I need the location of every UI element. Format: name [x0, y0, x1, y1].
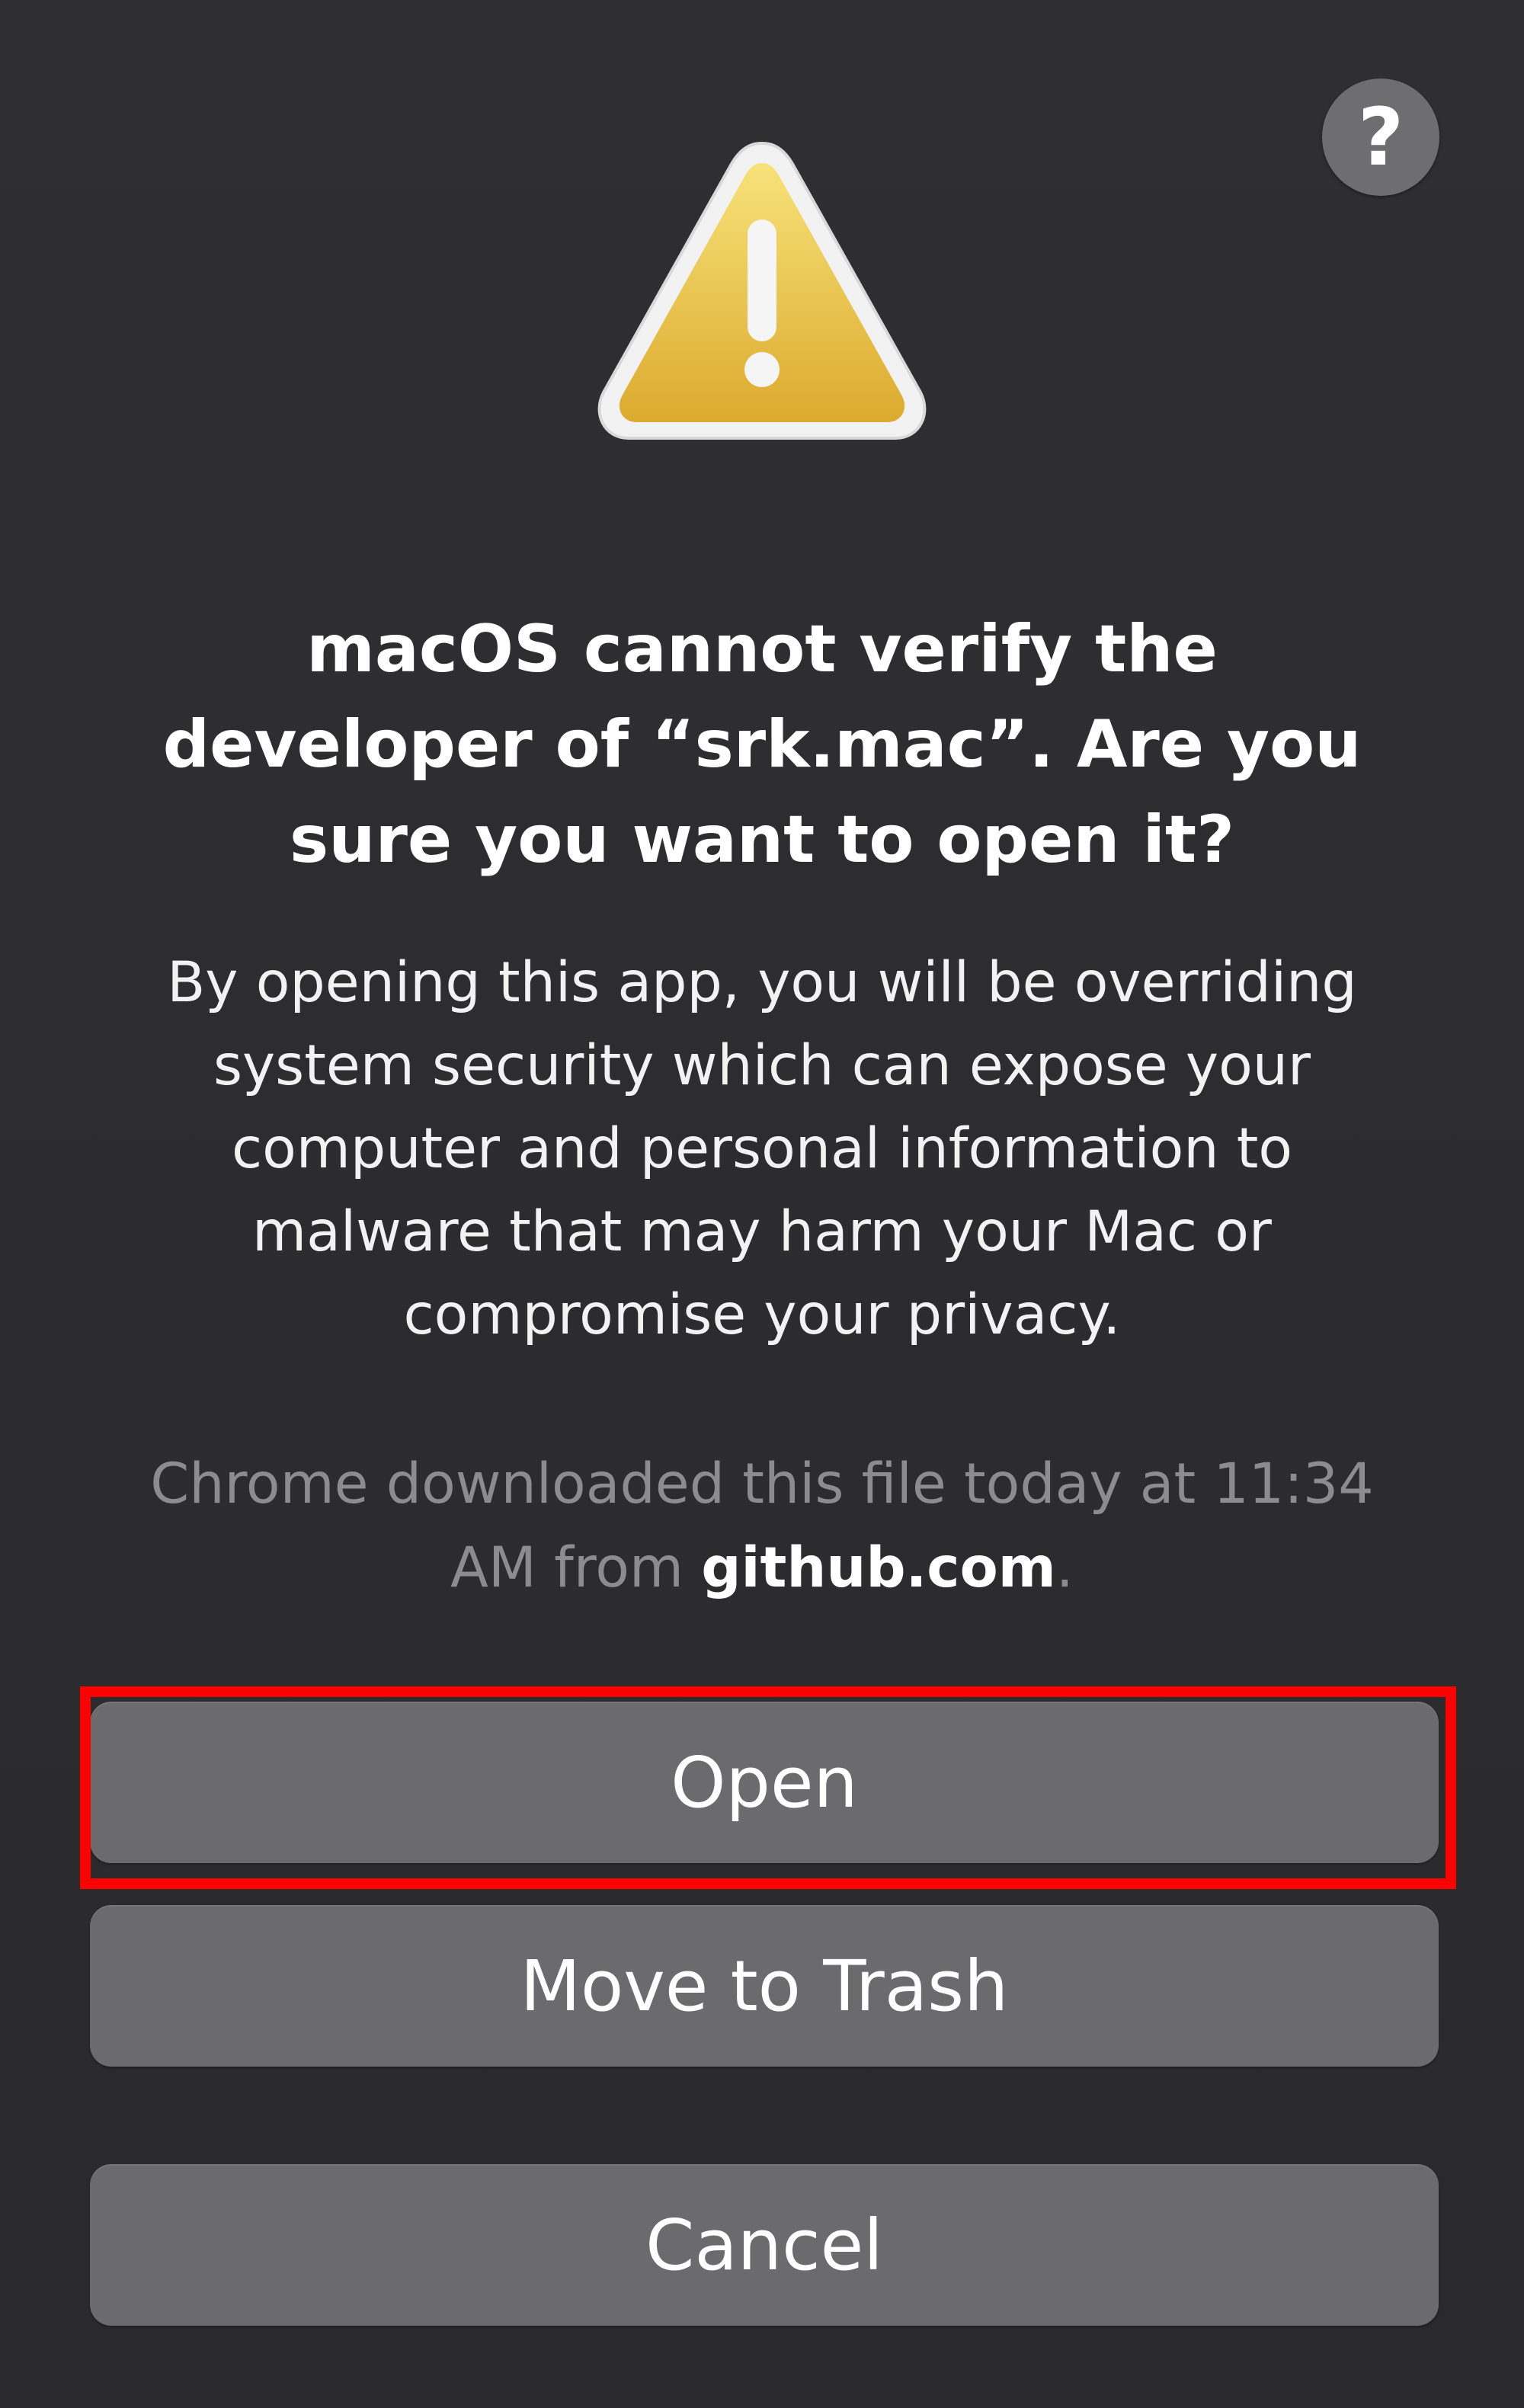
move-to-trash-button[interactable]: Move to Trash [90, 1905, 1439, 2067]
security-alert-dialog: ? macOS cannot verify the developer of “… [0, 0, 1524, 2408]
open-button[interactable]: Open [90, 1702, 1439, 1863]
help-button[interactable]: ? [1322, 78, 1439, 196]
download-source-info: Chrome downloaded this file today at 11:… [130, 1443, 1394, 1610]
source-domain: github.com [701, 1535, 1056, 1600]
dialog-message: By opening this app, you will be overrid… [167, 950, 1357, 1347]
cancel-button[interactable]: Cancel [90, 2164, 1439, 2326]
dialog-title: macOS cannot verify the developer of “sr… [162, 611, 1362, 878]
source-suffix: . [1055, 1535, 1074, 1600]
warning-triangle-icon [597, 141, 927, 440]
